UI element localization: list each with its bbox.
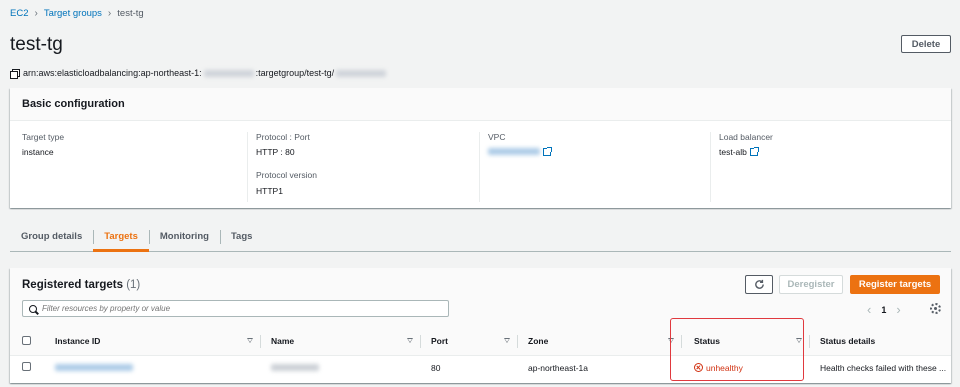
tab-targets[interactable]: Targets bbox=[93, 222, 149, 252]
table-row[interactable]: 80 ap-northeast-1a unhealthy Health chec… bbox=[10, 355, 951, 380]
protocol-version-label: Protocol version bbox=[256, 170, 317, 181]
delete-button[interactable]: Delete bbox=[901, 35, 951, 53]
register-targets-button[interactable]: Register targets bbox=[850, 275, 940, 294]
instance-id-cell bbox=[55, 355, 261, 380]
breadcrumb-current: test-tg bbox=[117, 8, 144, 19]
deregister-button[interactable]: Deregister bbox=[779, 275, 843, 294]
vpc-field: VPC bbox=[479, 132, 552, 202]
instance-id-redacted[interactable] bbox=[55, 363, 133, 371]
vpc-label: VPC bbox=[488, 132, 506, 142]
vpc-link[interactable] bbox=[488, 147, 552, 157]
tab-bar: Group details Targets Monitoring Tags bbox=[10, 222, 951, 252]
external-link-icon bbox=[749, 147, 759, 157]
refresh-icon bbox=[754, 279, 764, 289]
sort-icon bbox=[407, 338, 413, 343]
arn-line: arn:aws:elasticloadbalancing:ap-northeas… bbox=[10, 68, 387, 79]
column-instance-id[interactable]: Instance ID bbox=[55, 328, 261, 356]
target-type-value: instance bbox=[22, 147, 54, 158]
table-header-row: Instance ID Name Port Zone Status Status… bbox=[10, 328, 951, 356]
row-select-cell bbox=[10, 355, 55, 380]
chevron-right-icon[interactable]: › bbox=[896, 302, 900, 317]
breadcrumb-ec2-link[interactable]: EC2 bbox=[10, 8, 28, 19]
column-port-label: Port bbox=[431, 336, 448, 347]
vpc-id-redacted[interactable] bbox=[488, 148, 540, 156]
status-highlight-box bbox=[670, 318, 804, 381]
protocol-field: Protocol : Port HTTP : 80 Protocol versi… bbox=[247, 132, 317, 202]
basic-configuration-panel: Basic configuration Target type instance… bbox=[10, 88, 951, 208]
row-checkbox[interactable] bbox=[22, 362, 31, 372]
protocol-port-value: HTTP : 80 bbox=[256, 147, 295, 158]
column-port[interactable]: Port bbox=[421, 328, 518, 356]
copy-icon[interactable] bbox=[10, 68, 20, 79]
tab-group-details[interactable]: Group details bbox=[10, 222, 93, 251]
chevron-right-icon: › bbox=[34, 8, 38, 19]
breadcrumb-target-groups-link[interactable]: Target groups bbox=[44, 8, 102, 19]
load-balancer-label: Load balancer bbox=[719, 132, 773, 142]
sort-icon bbox=[247, 338, 253, 343]
registered-targets-panel: Registered targets (1) Deregister Regist… bbox=[10, 268, 951, 383]
registered-targets-title: Registered targets (1) bbox=[22, 279, 140, 291]
arn-id-redacted bbox=[336, 69, 387, 77]
arn-account-redacted bbox=[203, 69, 254, 77]
page-number[interactable]: 1 bbox=[881, 305, 886, 315]
basic-configuration-title: Basic configuration bbox=[10, 88, 951, 121]
instance-name-redacted bbox=[271, 363, 319, 371]
column-status-details-label: Status details bbox=[820, 336, 876, 347]
select-all-cell bbox=[10, 328, 55, 356]
chevron-left-icon[interactable]: ‹ bbox=[867, 302, 871, 317]
search-icon bbox=[29, 304, 37, 313]
target-type-field: Target type instance bbox=[22, 132, 64, 170]
column-name[interactable]: Name bbox=[261, 328, 421, 356]
pagination: ‹ 1 › bbox=[867, 302, 901, 317]
sort-icon bbox=[504, 338, 510, 343]
load-balancer-value[interactable]: test-alb bbox=[719, 147, 747, 157]
arn-middle: :targetgroup/test-tg/ bbox=[255, 68, 335, 78]
protocol-version-value: HTTP1 bbox=[256, 185, 283, 196]
name-cell bbox=[261, 355, 421, 380]
column-zone-label: Zone bbox=[528, 336, 549, 347]
breadcrumb: EC2 › Target groups › test-tg bbox=[10, 8, 144, 19]
registered-targets-header: Registered targets (1) Deregister Regist… bbox=[10, 268, 951, 328]
refresh-button[interactable] bbox=[745, 275, 773, 294]
load-balancer-field: Load balancer test-alb bbox=[710, 132, 773, 202]
column-zone[interactable]: Zone bbox=[518, 328, 682, 356]
status-details-cell: Health checks failed with these ... bbox=[820, 362, 947, 373]
filter-input[interactable] bbox=[42, 304, 422, 313]
port-cell: 80 bbox=[431, 362, 441, 373]
protocol-port-label: Protocol : Port bbox=[256, 132, 310, 142]
tab-monitoring[interactable]: Monitoring bbox=[148, 222, 220, 251]
zone-cell: ap-northeast-1a bbox=[528, 362, 589, 373]
filter-field[interactable] bbox=[22, 300, 449, 317]
arn-prefix: arn:aws:elasticloadbalancing:ap-northeas… bbox=[23, 68, 202, 78]
target-type-label: Target type bbox=[22, 132, 65, 142]
tab-tags[interactable]: Tags bbox=[219, 222, 263, 251]
gear-icon[interactable] bbox=[930, 303, 941, 314]
chevron-right-icon: › bbox=[107, 8, 112, 19]
column-name-label: Name bbox=[271, 336, 295, 347]
select-all-checkbox[interactable] bbox=[22, 335, 31, 345]
column-instance-id-label: Instance ID bbox=[55, 336, 101, 347]
load-balancer-link[interactable]: test-alb bbox=[719, 147, 773, 157]
external-link-icon bbox=[543, 147, 552, 157]
targets-table: Instance ID Name Port Zone Status Status… bbox=[10, 328, 951, 380]
registered-targets-label: Registered targets bbox=[22, 279, 123, 291]
page-title: test-tg bbox=[10, 34, 63, 55]
column-status-details[interactable]: Status details bbox=[810, 328, 951, 356]
registered-targets-count: (1) bbox=[126, 279, 141, 291]
